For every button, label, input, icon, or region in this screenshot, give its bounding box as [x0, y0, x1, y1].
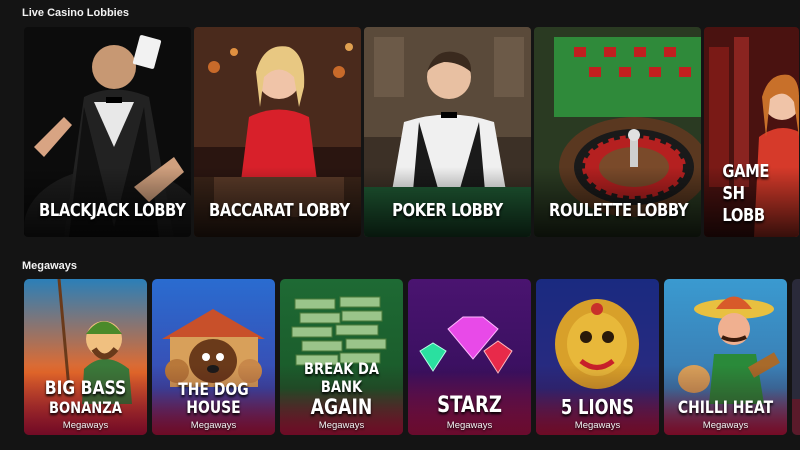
game-show-lobby-label: GAME SH LOBB — [722, 161, 770, 226]
big-bass-title-line2: BONANZA — [49, 398, 122, 417]
break-da-bank-again-tile[interactable]: BREAK DA BANK AGAIN Megaways — [280, 279, 403, 435]
the-dog-house-tile[interactable]: THE DOG HOUSE Megaways — [152, 279, 275, 435]
chilli-heat-tile[interactable]: CHILLI HEAT Megaways — [664, 279, 787, 435]
roulette-lobby-tile[interactable]: ROULETTE LOBBY — [534, 27, 701, 237]
chilli-heat-subtitle: Megaways — [702, 420, 749, 431]
dog-house-subtitle: Megaways — [190, 420, 237, 431]
blackjack-lobby-tile[interactable]: BLACKJACK LOBBY — [24, 27, 191, 237]
next-megaways-tile-partial[interactable] — [792, 279, 800, 435]
megaways-title: Megaways — [22, 260, 78, 272]
starz-title: STARZ — [437, 393, 502, 418]
roulette-lobby-label: ROULETTE LOBBY — [549, 200, 689, 221]
big-bass-bonanza-tile[interactable]: BIG BASS BONANZA Megaways — [24, 279, 147, 435]
blackjack-lobby-label: BLACKJACK LOBBY — [39, 200, 186, 221]
next-tile-art — [792, 279, 800, 435]
chilli-heat-title: CHILLI HEAT — [677, 398, 774, 418]
break-da-bank-subtitle: Megaways — [318, 420, 365, 431]
5-lions-subtitle: Megaways — [574, 420, 621, 431]
game-show-lobby-tile[interactable]: GAME SH LOBB — [704, 27, 799, 237]
big-bass-title-line1: BIG BASS — [44, 377, 127, 399]
starz-tile[interactable]: STARZ Megaways — [408, 279, 531, 435]
dog-house-title: THE DOG HOUSE — [178, 380, 249, 418]
poker-lobby-label: POKER LOBBY — [392, 200, 503, 221]
5-lions-tile[interactable]: 5 LIONS Megaways — [536, 279, 659, 435]
baccarat-lobby-label: BACCARAT LOBBY — [209, 200, 350, 221]
break-da-bank-title-line2: AGAIN — [310, 395, 373, 419]
break-da-bank-title-line1: BREAK DA BANK — [303, 359, 380, 396]
live-casino-lobbies-title: Live Casino Lobbies — [22, 7, 129, 19]
5-lions-title: 5 LIONS — [560, 395, 635, 419]
big-bass-subtitle: Megaways — [62, 420, 109, 431]
live-lobbies-row: BLACKJACK LOBBY BACCARAT LOBBY POKER LOB… — [24, 27, 799, 237]
baccarat-lobby-tile[interactable]: BACCARAT LOBBY — [194, 27, 361, 237]
starz-subtitle: Megaways — [446, 420, 493, 431]
poker-lobby-tile[interactable]: POKER LOBBY — [364, 27, 531, 237]
megaways-row: BIG BASS BONANZA Megaways THE DOG HOUSE … — [24, 279, 800, 435]
